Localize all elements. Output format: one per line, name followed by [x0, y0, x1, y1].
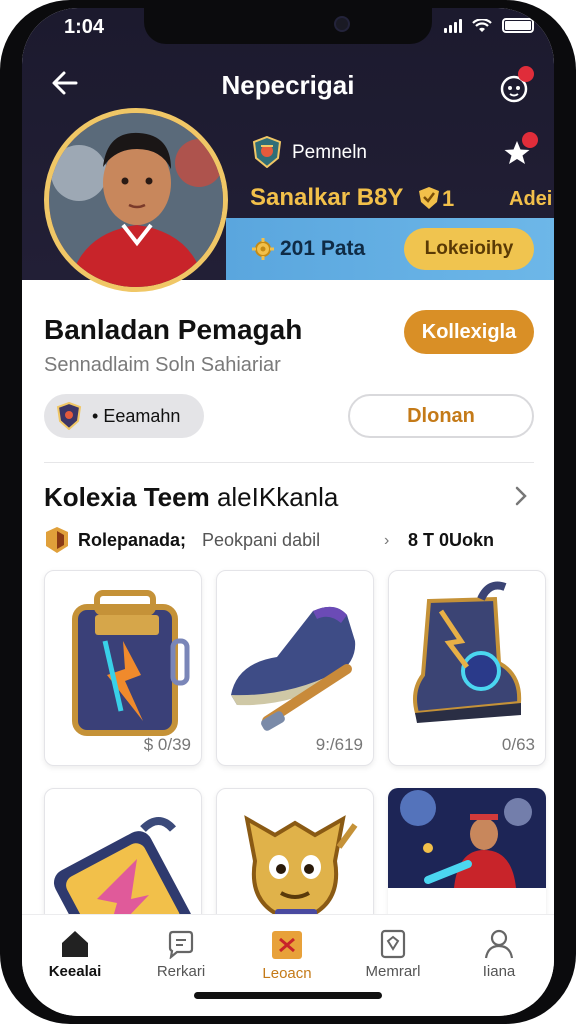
item-price: 9:/619 [315, 735, 363, 754]
points-value: 201 Pata [280, 237, 366, 260]
team-chip-text: Eeamahn [103, 406, 181, 426]
item-price: $ 0/39 [143, 735, 191, 754]
player-level: 1 [442, 186, 455, 211]
coin-gear-icon [252, 238, 274, 260]
points-bar: 201 Pata Lokeioihy [226, 218, 554, 280]
collection-title-bold: Kolexia Teem [44, 482, 210, 512]
team-badge-icon [252, 136, 282, 168]
notch [144, 8, 432, 44]
team-name: Pemneln [292, 142, 367, 163]
nav-home-label: Keealai [48, 963, 102, 980]
team-chip[interactable]: • Eeamahn [44, 394, 204, 438]
secondary-button[interactable]: Dlonan [348, 394, 534, 438]
collection-item[interactable]: 0/63 [388, 570, 546, 766]
nav-chat-label: Rerkari [156, 963, 206, 980]
notification-dot [518, 66, 534, 82]
nav-profile[interactable]: Iiana [446, 929, 552, 989]
nav-collection[interactable]: Leoacn [234, 929, 340, 989]
filter-arrow: › [384, 532, 390, 549]
status-time: 1:04 [64, 16, 105, 38]
nav-home[interactable]: Keealai [22, 929, 128, 989]
divider [44, 462, 534, 463]
player-portrait [49, 113, 223, 287]
filter-option-c[interactable]: 8 T 0Uokn [408, 530, 494, 551]
player-name: Sanalkar B8Y [250, 184, 404, 211]
nav-cards[interactable]: Memrarl [340, 929, 446, 989]
home-indicator [194, 992, 382, 999]
card-icon [380, 929, 406, 959]
signal-icon [444, 18, 462, 33]
profile-header: 1:04 Nepecrigai Pemneln Sanalkar B8Y 1 A… [22, 8, 554, 292]
nav-cards-label: Memrarl [365, 963, 421, 980]
phone-frame: 1:04 Nepecrigai Pemneln Sanalkar B8Y 1 A… [0, 0, 576, 1024]
chat-icon [168, 930, 194, 959]
person-icon [484, 929, 514, 959]
nav-chat[interactable]: Rerkari [128, 929, 234, 989]
battery-icon [502, 18, 534, 33]
extra-label: Adei [509, 188, 553, 210]
collection-icon [272, 931, 302, 959]
filter-row: Rolepanada; Peokpani dabil › 8 T 0Uokn [44, 526, 544, 556]
page-title: Nepecrigai [221, 70, 355, 100]
app-screen: 1:04 Nepecrigai Pemneln Sanalkar B8Y 1 A… [22, 8, 554, 1016]
status-icons [444, 18, 534, 33]
collect-button[interactable]: Kollexigla [404, 310, 534, 354]
favorite-dot [522, 132, 538, 148]
camera [334, 16, 350, 32]
nav-collection-label: Leoacn [262, 965, 312, 982]
home-icon [62, 931, 88, 957]
avatar[interactable] [44, 108, 228, 292]
chevron-right-icon[interactable] [512, 484, 530, 508]
collection-title-light: aleIKkanla [216, 482, 339, 512]
collection-title: Kolexia Teem aleIKkanla [44, 482, 338, 513]
notification-button[interactable] [498, 66, 534, 104]
collection-item[interactable]: 9:/619 [216, 570, 374, 766]
nav-profile-label: Iiana [482, 963, 516, 980]
favorite-button[interactable] [500, 132, 538, 170]
filter-badge-icon [46, 527, 68, 553]
filter-option-b[interactable]: Peokpani dabil [202, 530, 320, 551]
filter-option-a[interactable]: Rolepanada; [78, 530, 186, 551]
profile-title: Banladan Pemagah [44, 314, 303, 345]
points-action-button[interactable]: Lokeioihy [404, 228, 534, 270]
wifi-icon [472, 18, 492, 32]
profile-subtitle: Sennadlaim Soln Sahiariar [44, 354, 281, 376]
team-chip-label: • Eeamahn [92, 406, 181, 426]
collection-item[interactable]: $ 0/39 [44, 570, 202, 766]
team-crest-icon [56, 402, 82, 430]
level-shield-icon [419, 187, 439, 209]
item-price: 0/63 [501, 735, 535, 754]
bottom-nav: Keealai Rerkari Leoacn Memrarl Iiana [22, 914, 554, 1016]
